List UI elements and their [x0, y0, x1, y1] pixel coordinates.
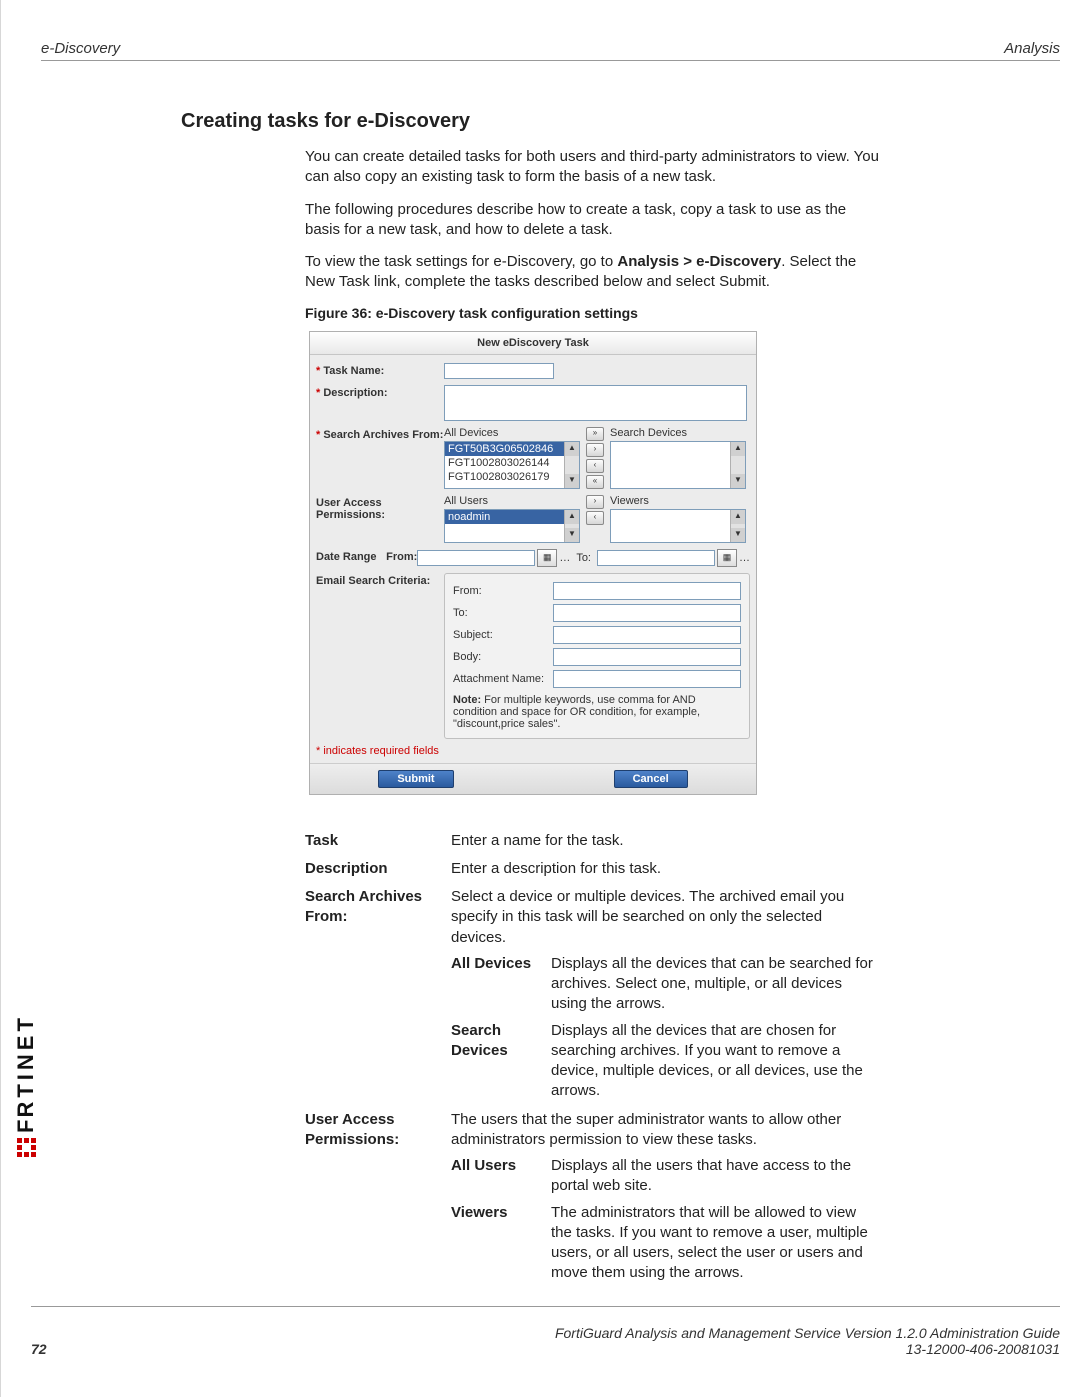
def-desc-term: Description: [305, 859, 451, 879]
move-all-left-button[interactable]: «: [586, 475, 604, 489]
date-to-input[interactable]: [597, 550, 715, 566]
label-email-search: Email Search Criteria:: [316, 573, 444, 587]
label-esc-attachment: Attachment Name:: [453, 673, 553, 685]
all-devices-title: All Devices: [444, 427, 580, 439]
label-description: Description:: [323, 387, 387, 399]
def-alldev-body: Displays all the devices that can be sea…: [551, 954, 880, 1015]
def-au-term: All Users: [451, 1156, 551, 1197]
label-to: To:: [576, 552, 591, 564]
scroll-down-icon[interactable]: ▼: [565, 474, 579, 488]
def-saf-body: Select a device or multiple devices. The…: [451, 887, 880, 948]
move-left-button[interactable]: ‹: [586, 511, 604, 525]
def-sd-body: Displays all the devices that are chosen…: [551, 1021, 880, 1102]
fortinet-logo: FRTINET: [13, 1014, 39, 1157]
move-right-button[interactable]: ›: [586, 495, 604, 509]
def-task-body: Enter a name for the task.: [451, 831, 880, 851]
esc-attachment-input[interactable]: [553, 670, 741, 688]
breadcrumb-right: Analysis: [1004, 40, 1060, 57]
description-input[interactable]: [444, 385, 747, 421]
form-title: New eDiscovery Task: [310, 332, 756, 355]
esc-note: Note: For multiple keywords, use comma f…: [453, 694, 741, 730]
label-task-name: Task Name:: [323, 365, 384, 377]
def-sd-term: Search Devices: [451, 1021, 551, 1102]
scroll-up-icon[interactable]: ▲: [731, 442, 745, 456]
def-v-term: Viewers: [451, 1203, 551, 1284]
def-saf-term: Search Archives From:: [305, 887, 451, 1102]
page-title: Creating tasks for e-Discovery: [181, 110, 880, 133]
all-users-title: All Users: [444, 495, 580, 507]
label-date-range: Date Range: [316, 551, 377, 563]
move-all-right-button[interactable]: »: [586, 427, 604, 441]
scroll-up-icon[interactable]: ▲: [731, 510, 745, 524]
search-devices-list[interactable]: ▲▼: [610, 441, 746, 489]
def-desc-body: Enter a description for this task.: [451, 859, 880, 879]
scroll-up-icon[interactable]: ▲: [565, 442, 579, 456]
def-v-body: The administrators that will be allowed …: [551, 1203, 880, 1284]
def-uap-term: User Access Permissions:: [305, 1110, 451, 1284]
all-users-list[interactable]: noadmin ▲ ▼: [444, 509, 580, 543]
required-note: * indicates required fields: [316, 745, 750, 757]
date-from-input[interactable]: [417, 550, 535, 566]
label-esc-subject: Subject:: [453, 629, 553, 641]
calendar-icon[interactable]: ▦: [717, 549, 737, 567]
submit-button[interactable]: Submit: [378, 770, 453, 788]
viewers-title: Viewers: [610, 495, 746, 507]
esc-to-input[interactable]: [553, 604, 741, 622]
intro-para-1: You can create detailed tasks for both u…: [305, 147, 880, 188]
def-alldev-term: All Devices: [451, 954, 551, 1015]
label-esc-to: To:: [453, 607, 553, 619]
all-devices-list[interactable]: FGT50B3G06502846 FGT1002803026144 FGT100…: [444, 441, 580, 489]
figure-caption: Figure 36: e-Discovery task configuratio…: [305, 305, 880, 321]
footer-line2: 13-12000-406-20081031: [555, 1341, 1060, 1357]
divider: [41, 60, 1060, 61]
list-item[interactable]: FGT1002803026179: [445, 470, 565, 484]
list-item[interactable]: FGT50B3G06502846: [445, 442, 565, 456]
list-item[interactable]: FGT1002803026144: [445, 456, 565, 470]
footer-line1: FortiGuard Analysis and Management Servi…: [555, 1325, 1060, 1341]
def-au-body: Displays all the users that have access …: [551, 1156, 880, 1197]
cancel-button[interactable]: Cancel: [614, 770, 688, 788]
esc-body-input[interactable]: [553, 648, 741, 666]
def-task-term: Task: [305, 831, 451, 851]
intro-para-3: To view the task settings for e-Discover…: [305, 252, 880, 293]
viewers-list[interactable]: ▲▼: [610, 509, 746, 543]
page-number: 72: [31, 1341, 47, 1357]
esc-subject-input[interactable]: [553, 626, 741, 644]
esc-from-input[interactable]: [553, 582, 741, 600]
list-item[interactable]: noadmin: [445, 510, 565, 524]
move-left-button[interactable]: ‹: [586, 459, 604, 473]
scroll-up-icon[interactable]: ▲: [565, 510, 579, 524]
scroll-down-icon[interactable]: ▼: [731, 528, 745, 542]
label-search-archives: Search Archives From:: [323, 429, 443, 441]
footer-divider: [31, 1306, 1060, 1307]
scroll-down-icon[interactable]: ▼: [731, 474, 745, 488]
ediscovery-form: New eDiscovery Task * Task Name: * Descr…: [309, 331, 757, 795]
task-name-input[interactable]: [444, 363, 554, 379]
intro-para-2: The following procedures describe how to…: [305, 200, 880, 241]
label-esc-body: Body:: [453, 651, 553, 663]
search-devices-title: Search Devices: [610, 427, 746, 439]
calendar-icon[interactable]: ▦: [537, 549, 557, 567]
scroll-down-icon[interactable]: ▼: [565, 528, 579, 542]
breadcrumb-left: e-Discovery: [41, 40, 120, 57]
label-esc-from: From:: [453, 585, 553, 597]
move-right-button[interactable]: ›: [586, 443, 604, 457]
label-user-access: User Access Permissions:: [316, 495, 444, 521]
def-uap-body: The users that the super administrator w…: [451, 1110, 880, 1151]
label-from: From:: [386, 551, 417, 563]
